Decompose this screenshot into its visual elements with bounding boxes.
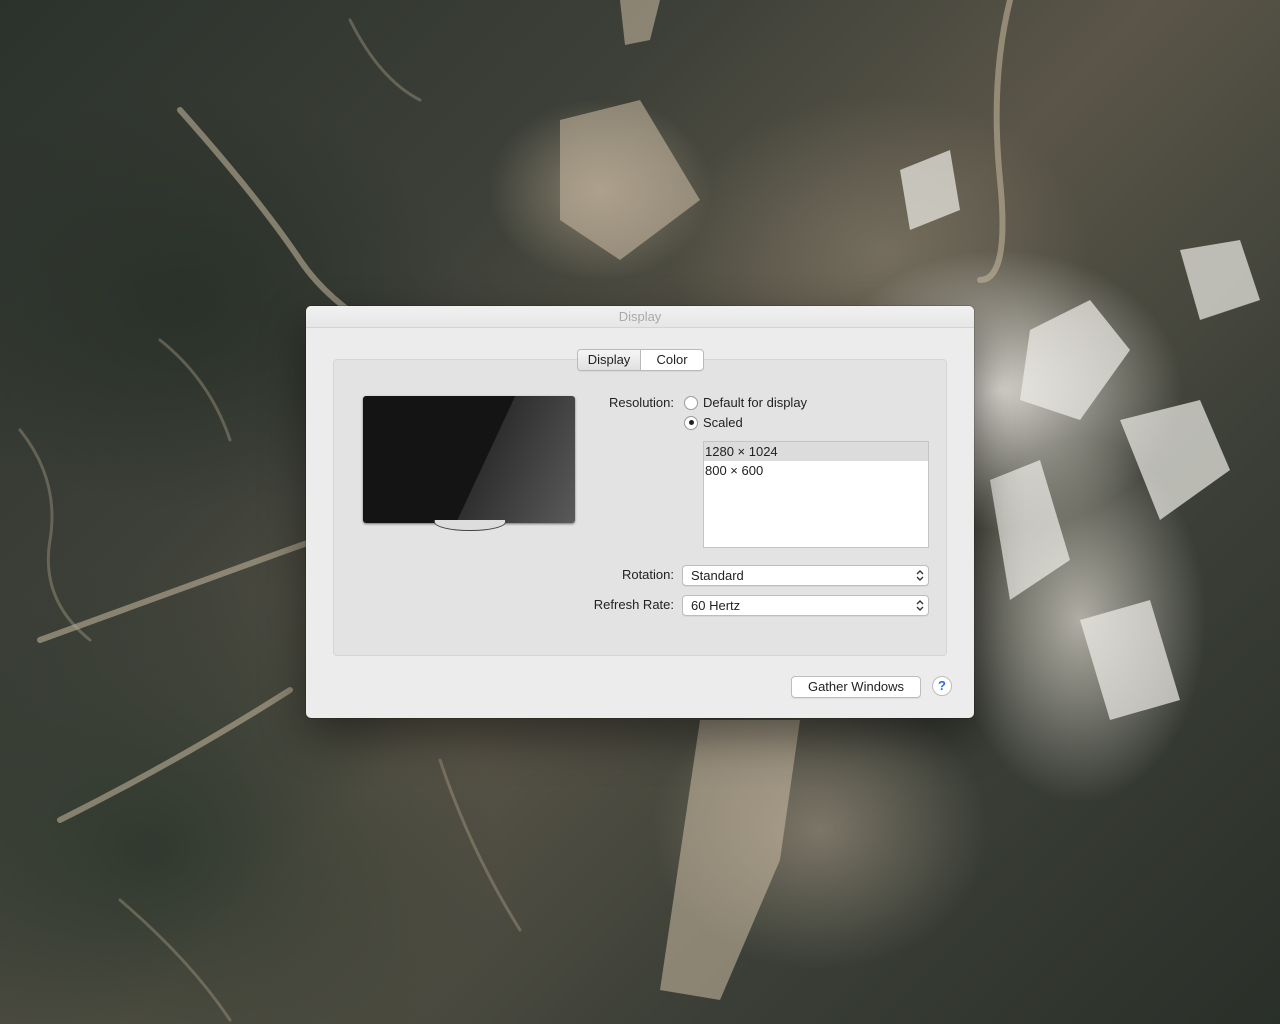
refresh-rate-label: Refresh Rate: (593, 597, 674, 612)
radio-default-label: Default for display (703, 395, 808, 410)
up-down-chevron-icon (916, 600, 924, 611)
refresh-rate-popup[interactable]: 60 Hertz (682, 595, 929, 616)
display-preferences-window: Display Display Color Resolution: Defaul… (306, 306, 974, 718)
radio-default-for-display[interactable]: Default for display (684, 395, 807, 410)
radio-scaled[interactable]: Scaled (684, 415, 743, 430)
gather-windows-button[interactable]: Gather Windows (791, 676, 921, 698)
tab-color[interactable]: Color (641, 350, 703, 370)
resolution-item[interactable]: 800 × 600 (704, 461, 928, 480)
tab-bar: Display Color (577, 349, 704, 371)
radio-scaled-label: Scaled (703, 415, 743, 430)
question-mark-icon[interactable]: ? (932, 676, 952, 696)
resolution-list[interactable]: 1280 × 1024 800 × 600 (703, 441, 929, 548)
radio-button-off[interactable] (684, 395, 698, 410)
rotation-label: Rotation: (621, 567, 674, 582)
display-monitor-icon (363, 396, 575, 523)
window-title: Display (306, 306, 974, 328)
refresh-rate-value: 60 Hertz (691, 598, 741, 613)
tab-display[interactable]: Display (578, 350, 641, 370)
resolution-item[interactable]: 1280 × 1024 (704, 442, 928, 461)
radio-button-on[interactable] (684, 415, 698, 430)
resolution-label: Resolution: (608, 395, 674, 410)
rotation-popup[interactable]: Standard (682, 565, 929, 586)
rotation-value: Standard (691, 568, 744, 583)
up-down-chevron-icon (916, 570, 924, 581)
